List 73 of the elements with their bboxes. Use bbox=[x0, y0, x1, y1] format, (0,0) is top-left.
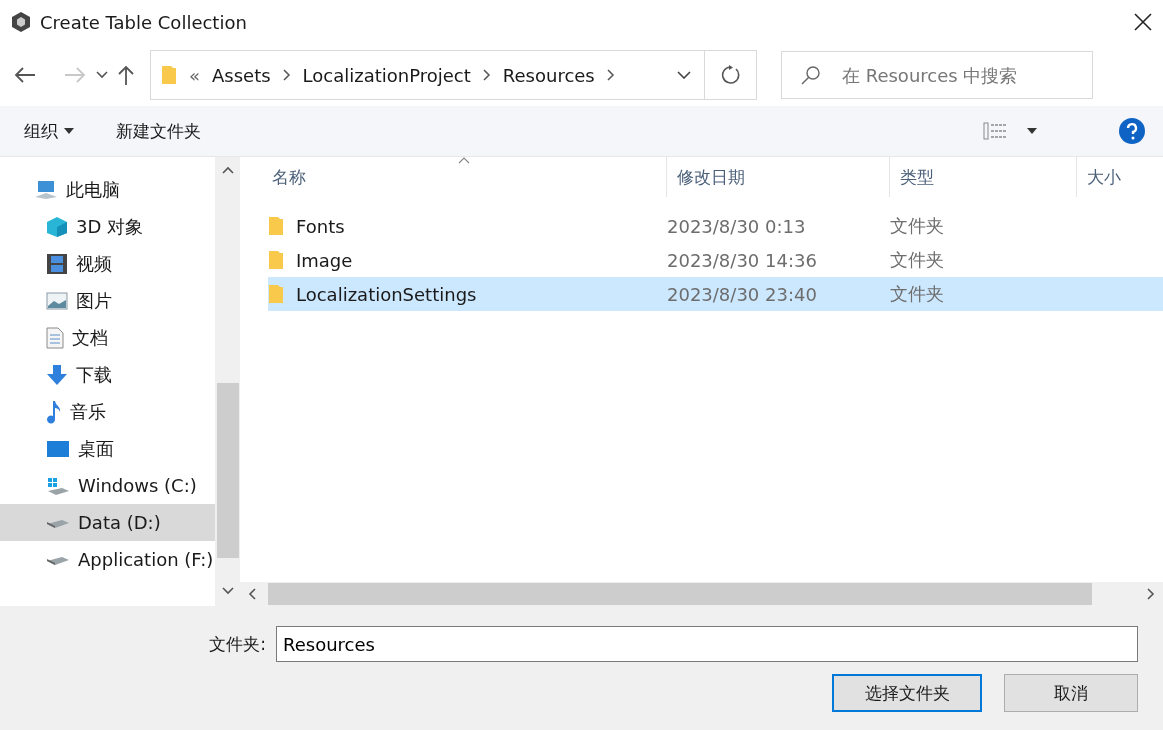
file-row[interactable]: LocalizationSettings 2023/8/30 23:40 文件夹 bbox=[268, 277, 1163, 311]
modified-date: 2023/8/30 0:13 bbox=[667, 215, 807, 237]
column-header[interactable]: 大小 bbox=[1077, 157, 1163, 197]
app-icon bbox=[10, 11, 32, 33]
file-name: Fonts bbox=[296, 215, 345, 237]
down-arrow-icon bbox=[46, 363, 68, 386]
recent-dropdown-button[interactable] bbox=[96, 71, 108, 79]
sidebar-item[interactable]: 此电脑 bbox=[0, 171, 215, 208]
cancel-button[interactable]: 取消 bbox=[1004, 674, 1138, 712]
computer-icon bbox=[34, 179, 58, 200]
folder-icon bbox=[268, 284, 284, 304]
sidebar-item[interactable]: 下载 bbox=[0, 356, 215, 393]
search-icon bbox=[801, 65, 821, 85]
caret-icon bbox=[64, 128, 74, 134]
sidebar-item[interactable]: Windows (C:) bbox=[0, 467, 215, 504]
file-type: 文件夹 bbox=[890, 214, 945, 238]
caret-icon bbox=[1027, 128, 1037, 134]
chevron-right-icon[interactable] bbox=[282, 69, 291, 81]
chevron-right-icon[interactable] bbox=[606, 69, 615, 81]
folder-name-field[interactable]: Resources bbox=[276, 626, 1138, 662]
up-button[interactable] bbox=[118, 65, 134, 85]
vertical-scrollbar[interactable] bbox=[215, 157, 240, 606]
drive-icon bbox=[46, 475, 70, 496]
modified-date: 2023/8/30 23:40 bbox=[667, 283, 818, 305]
select-folder-button[interactable]: 选择文件夹 bbox=[832, 674, 982, 712]
desktop-icon bbox=[46, 439, 70, 458]
new-folder-button[interactable]: 新建文件夹 bbox=[116, 119, 201, 143]
modified-date: 2023/8/30 14:36 bbox=[667, 249, 818, 271]
help-button[interactable] bbox=[1119, 118, 1145, 144]
sidebar-item[interactable]: 图片 bbox=[0, 282, 215, 319]
file-type: 文件夹 bbox=[890, 248, 945, 272]
breadcrumb[interactable]: Assets bbox=[212, 64, 271, 86]
sort-ascending-icon bbox=[458, 157, 470, 164]
chevron-right-icon[interactable] bbox=[482, 69, 491, 81]
file-row[interactable]: Image 2023/8/30 14:36 文件夹 bbox=[268, 243, 1163, 277]
scrollbar-thumb[interactable] bbox=[268, 583, 1092, 605]
sidebar-item[interactable]: 音乐 bbox=[0, 393, 215, 430]
address-bar[interactable]: « Assets LocalizationProject Resources bbox=[150, 50, 757, 100]
file-type: 文件夹 bbox=[890, 282, 945, 306]
scrollbar-thumb[interactable] bbox=[216, 383, 239, 558]
close-button[interactable] bbox=[1133, 12, 1153, 32]
search-field[interactable]: 在 Resources 中搜索 bbox=[781, 51, 1093, 99]
column-header[interactable]: 修改日期 bbox=[667, 157, 890, 197]
music-note-icon bbox=[46, 399, 62, 424]
document-icon bbox=[46, 326, 64, 349]
folder-label: 文件夹: bbox=[209, 632, 266, 656]
film-icon bbox=[46, 252, 68, 275]
picture-icon bbox=[46, 291, 68, 310]
overflow-chevron[interactable]: « bbox=[189, 64, 200, 86]
sidebar-item[interactable]: Data (D:) bbox=[0, 504, 215, 541]
breadcrumb[interactable]: LocalizationProject bbox=[302, 64, 471, 86]
column-header[interactable]: 名称 bbox=[240, 157, 667, 197]
sidebar-item[interactable]: 桌面 bbox=[0, 430, 215, 467]
cube-icon bbox=[46, 215, 68, 238]
window-title: Create Table Collection bbox=[40, 11, 248, 33]
sidebar-item[interactable]: 文档 bbox=[0, 319, 215, 356]
sidebar-item[interactable]: 3D 对象 bbox=[0, 208, 215, 245]
column-header[interactable]: 类型 bbox=[890, 157, 1077, 197]
chevron-down-icon[interactable] bbox=[677, 71, 691, 79]
file-name: LocalizationSettings bbox=[296, 283, 477, 305]
horizontal-scrollbar[interactable] bbox=[240, 582, 1163, 606]
file-name: Image bbox=[296, 249, 353, 271]
breadcrumb[interactable]: Resources bbox=[502, 64, 595, 86]
back-button[interactable] bbox=[14, 67, 36, 83]
organize-menu-button[interactable]: 组织 bbox=[24, 119, 74, 143]
sidebar-item[interactable]: Application (F:) bbox=[0, 541, 215, 578]
folder-icon bbox=[161, 65, 177, 85]
file-row[interactable]: Fonts 2023/8/30 0:13 文件夹 bbox=[268, 209, 1163, 243]
sidebar-item[interactable]: 视频 bbox=[0, 245, 215, 282]
folder-icon bbox=[268, 250, 284, 270]
folder-icon bbox=[268, 216, 284, 236]
refresh-icon[interactable] bbox=[720, 65, 741, 85]
view-options-button[interactable] bbox=[983, 121, 1037, 141]
